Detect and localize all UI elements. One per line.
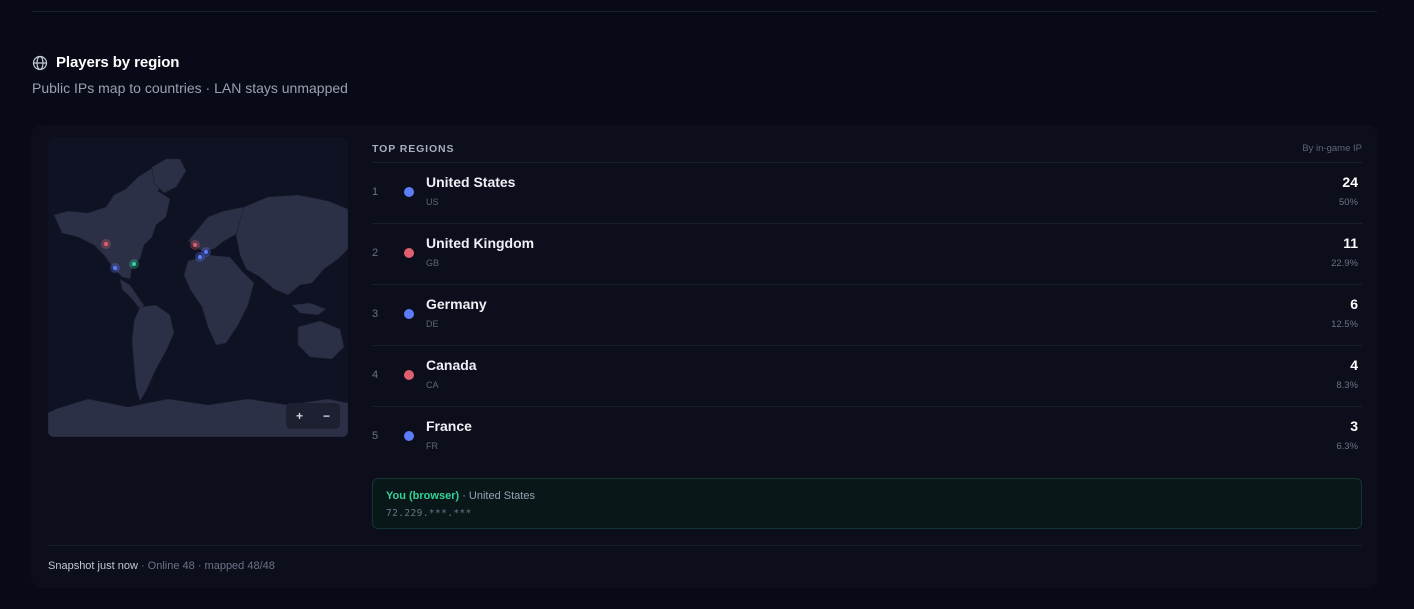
region-name: France xyxy=(426,418,472,434)
top-divider xyxy=(32,11,1377,12)
map-marker[interactable] xyxy=(193,243,197,247)
region-percent: 22.9% xyxy=(1331,258,1358,269)
zoom-out-button[interactable]: − xyxy=(314,409,340,423)
region-percent: 12.5% xyxy=(1331,319,1358,330)
footer-divider xyxy=(48,545,1362,546)
region-rank: 3 xyxy=(372,308,379,320)
top-regions: TOP REGIONS By in-game IP 1 United State… xyxy=(372,135,1362,468)
region-code: US xyxy=(426,197,439,207)
section-title: Players by region xyxy=(56,54,180,71)
region-rank: 4 xyxy=(372,369,379,381)
region-count: 4 xyxy=(1350,357,1358,373)
region-percent: 50% xyxy=(1338,197,1358,208)
landmass-indonesia xyxy=(291,302,327,316)
landmass-north-america xyxy=(53,166,171,280)
landmass-africa xyxy=(183,254,255,346)
world-map[interactable]: + − xyxy=(48,137,348,437)
globe-icon xyxy=(32,55,48,71)
top-regions-note: By in-game IP xyxy=(1302,143,1362,154)
region-code: FR xyxy=(426,441,438,451)
region-rank: 1 xyxy=(372,186,379,198)
world-map-canvas xyxy=(48,158,348,437)
landmass-central-america xyxy=(119,278,145,310)
landmass-south-america xyxy=(131,304,175,402)
section-heading: Players by region xyxy=(32,54,179,71)
map-marker[interactable] xyxy=(113,266,117,270)
region-row[interactable]: 2 United Kingdom GB 11 22.9% xyxy=(372,224,1362,285)
region-color-dot xyxy=(404,431,414,441)
map-marker[interactable] xyxy=(104,242,108,246)
region-code: CA xyxy=(426,380,439,390)
top-regions-header: TOP REGIONS By in-game IP xyxy=(372,135,1362,163)
landmass-asia xyxy=(235,194,348,296)
region-rank: 2 xyxy=(372,247,379,259)
region-percent: 6.3% xyxy=(1336,441,1358,452)
region-count: 3 xyxy=(1350,418,1358,434)
region-code: GB xyxy=(426,258,440,268)
region-name: Germany xyxy=(426,296,487,312)
region-card: + − TOP REGIONS By in-game IP 1 United S… xyxy=(31,125,1378,588)
region-row[interactable]: 3 Germany DE 6 12.5% xyxy=(372,285,1362,346)
you-ip: 72.229.***.*** xyxy=(386,508,472,519)
map-marker[interactable] xyxy=(132,262,136,266)
region-rank: 5 xyxy=(372,430,379,442)
landmass-australia xyxy=(297,320,345,360)
region-row[interactable]: 5 France FR 3 6.3% xyxy=(372,407,1362,468)
map-marker[interactable] xyxy=(198,255,202,259)
map-marker[interactable] xyxy=(204,250,208,254)
region-name: United Kingdom xyxy=(426,235,535,251)
your-location-box: You (browser) · United States 72.229.***… xyxy=(372,478,1362,529)
region-count: 24 xyxy=(1342,174,1358,190)
region-color-dot xyxy=(404,187,414,197)
region-row[interactable]: 4 Canada CA 4 8.3% xyxy=(372,346,1362,407)
footer-prefix: Snapshot xyxy=(48,560,98,572)
zoom-controls: + − xyxy=(286,403,340,429)
region-color-dot xyxy=(404,370,414,380)
snapshot-footer: Snapshot just now · Online 48 · mapped 4… xyxy=(48,560,275,572)
you-separator: · xyxy=(459,490,469,502)
region-name: Canada xyxy=(426,357,477,373)
region-color-dot xyxy=(404,248,414,258)
region-color-dot xyxy=(404,309,414,319)
region-count: 11 xyxy=(1343,235,1358,251)
page: Players by region Public IPs map to coun… xyxy=(0,0,1414,609)
region-code: DE xyxy=(426,319,439,329)
you-label: You (browser) xyxy=(386,490,460,502)
region-percent: 8.3% xyxy=(1336,380,1358,391)
your-location-line: You (browser) · United States xyxy=(386,490,535,502)
footer-details: · Online 48 · mapped 48/48 xyxy=(137,560,275,572)
region-name: United States xyxy=(426,174,516,190)
footer-time: just now xyxy=(97,560,138,572)
region-count: 6 xyxy=(1350,296,1358,312)
you-country: United States xyxy=(468,490,535,502)
region-row[interactable]: 1 United States US 24 50% xyxy=(372,163,1362,224)
top-regions-title: TOP REGIONS xyxy=(372,142,455,155)
zoom-in-button[interactable]: + xyxy=(287,409,313,423)
section-subtitle: Public IPs map to countries · LAN stays … xyxy=(32,80,348,96)
